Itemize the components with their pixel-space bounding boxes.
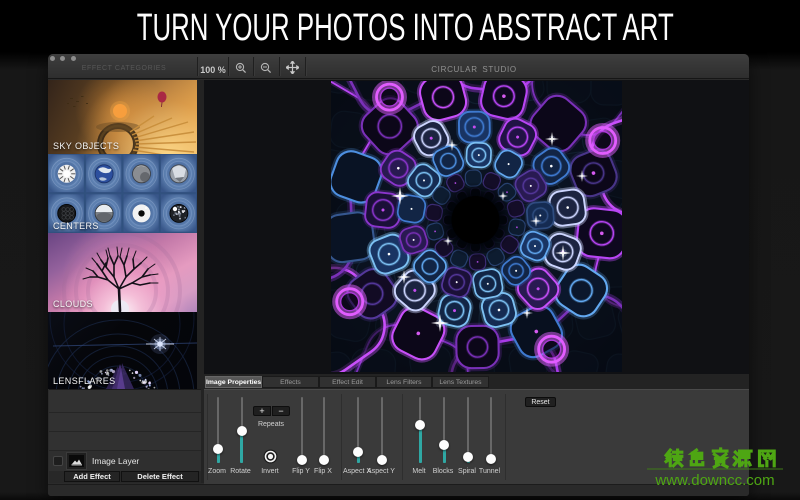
svg-text:www.downcc.com: www.downcc.com bbox=[654, 472, 774, 489]
